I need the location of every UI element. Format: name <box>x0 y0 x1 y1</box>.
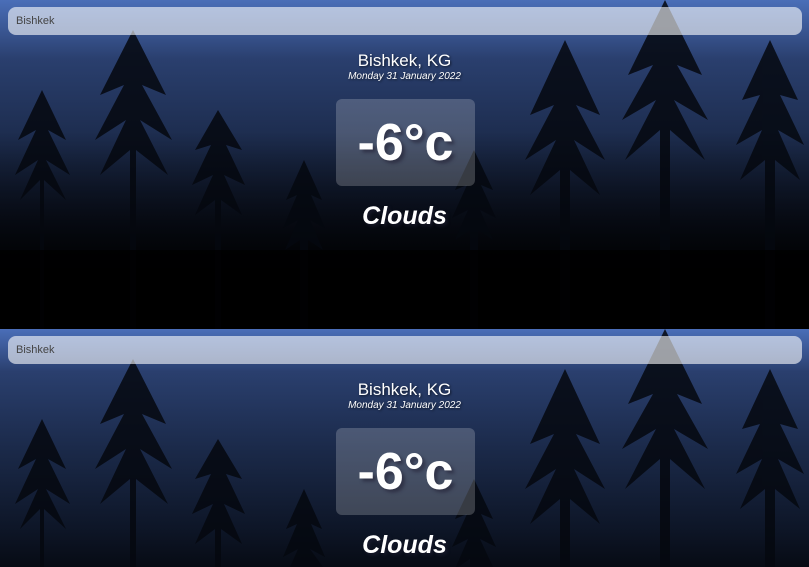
location-label: Bishkek, KG <box>357 51 452 70</box>
date-label: Monday 31 January 2022 <box>348 400 461 411</box>
temperature-display: -6°c <box>336 428 475 515</box>
weather-condition: Clouds <box>362 531 447 559</box>
weather-condition: Clouds <box>362 202 447 230</box>
weather-app-panel: Bishkek, KG Monday 31 January 2022 -6°c … <box>0 0 809 329</box>
location-label: Bishkek, KG <box>357 380 452 399</box>
city-search-input[interactable] <box>8 336 802 364</box>
temperature-display: -6°c <box>336 99 475 186</box>
date-label: Monday 31 January 2022 <box>348 71 461 82</box>
weather-app-panel: Bishkek, KG Monday 31 January 2022 -6°c … <box>0 329 809 567</box>
city-search-input[interactable] <box>8 7 802 35</box>
